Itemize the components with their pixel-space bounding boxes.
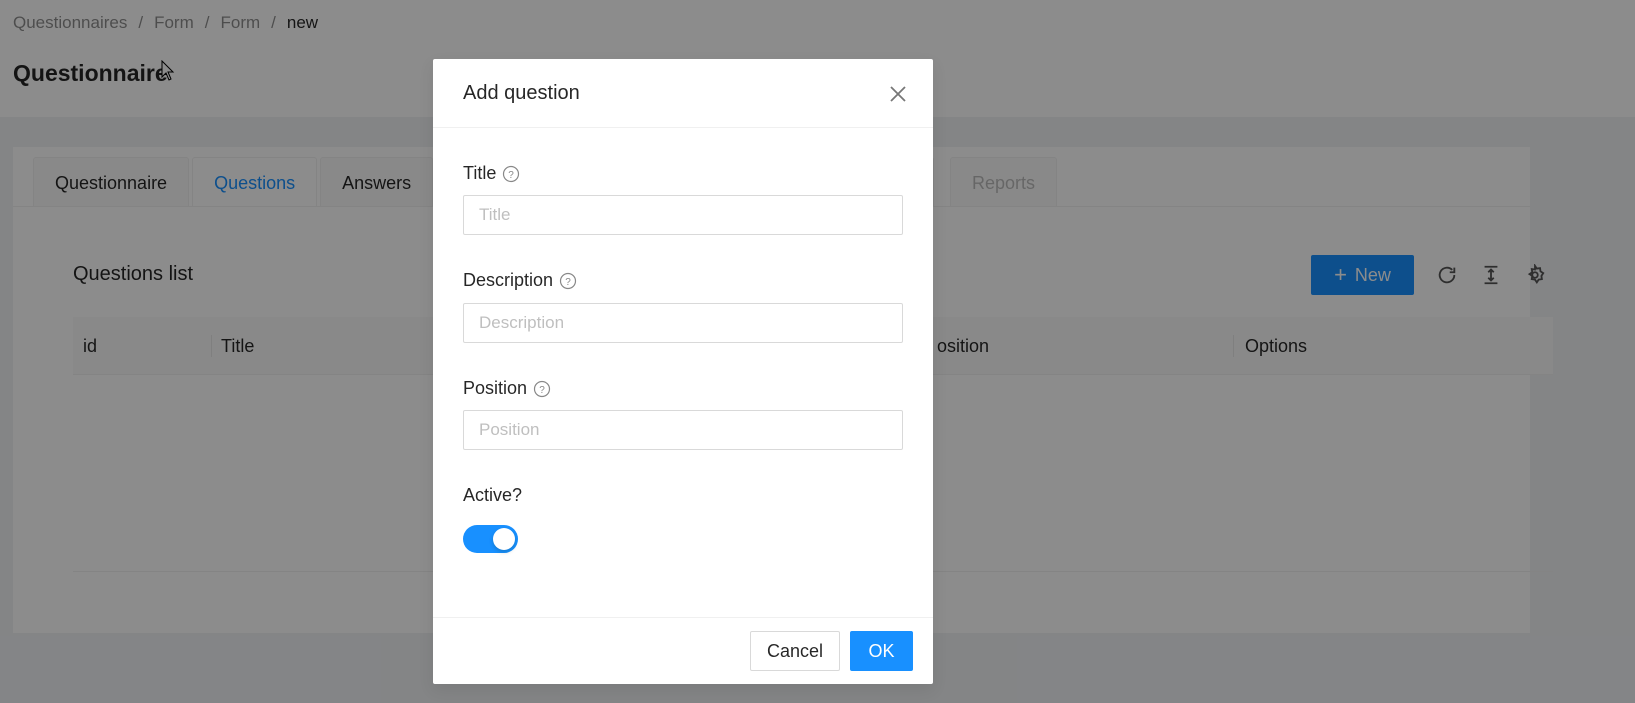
description-label: Description ? <box>463 270 577 291</box>
svg-text:?: ? <box>509 170 515 181</box>
position-input[interactable] <box>463 410 903 450</box>
svg-text:?: ? <box>539 385 545 396</box>
question-circle-icon[interactable]: ? <box>502 165 520 183</box>
modal-title: Add question <box>463 82 580 104</box>
question-circle-icon[interactable]: ? <box>559 272 577 290</box>
add-question-modal: Add question Title ? Description ? Posit… <box>433 59 933 684</box>
toggle-knob <box>493 528 515 550</box>
description-label-text: Description <box>463 270 554 290</box>
title-label: Title ? <box>463 163 520 184</box>
modal-footer: Cancel OK <box>433 617 933 684</box>
position-label: Position ? <box>463 378 551 399</box>
svg-text:?: ? <box>565 277 571 288</box>
active-toggle[interactable] <box>463 525 518 553</box>
ok-button[interactable]: OK <box>850 631 913 671</box>
title-label-text: Title <box>463 163 497 183</box>
active-label-text: Active? <box>463 485 523 505</box>
position-label-text: Position <box>463 378 528 398</box>
active-label: Active? <box>463 485 522 506</box>
cancel-button[interactable]: Cancel <box>750 631 840 671</box>
description-input[interactable] <box>463 303 903 343</box>
title-input[interactable] <box>463 195 903 235</box>
modal-header: Add question <box>433 59 933 128</box>
close-icon[interactable] <box>886 82 910 106</box>
question-circle-icon[interactable]: ? <box>533 380 551 398</box>
